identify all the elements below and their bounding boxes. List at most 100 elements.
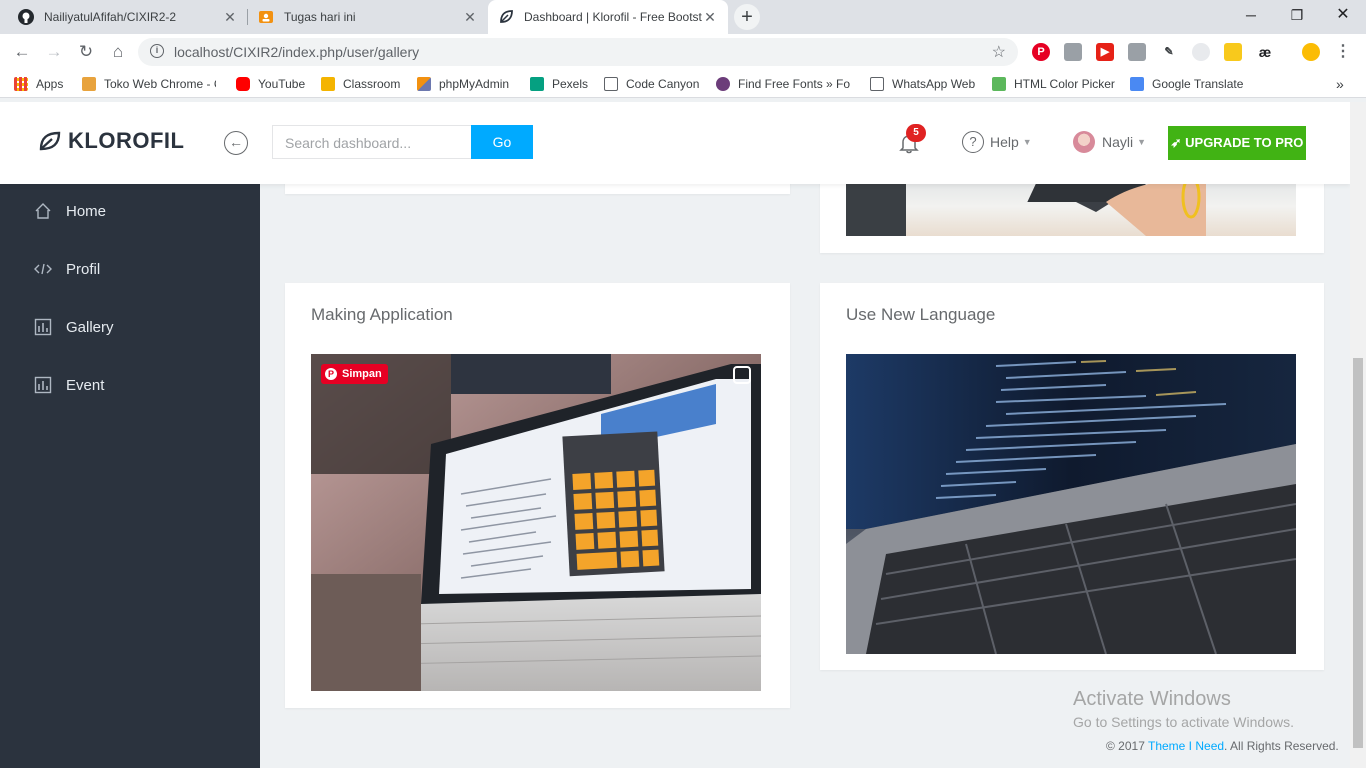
expand-icon[interactable] [733, 366, 751, 384]
bookmark-label: HTML Color Picker [1014, 77, 1115, 91]
bookmark-free-fonts[interactable]: Find Free Fonts » Fon [716, 76, 850, 92]
pin-label: Simpan [342, 368, 382, 380]
tab-title: Dashboard | Klorofil - Free Bootst [524, 10, 702, 24]
bookmark-star-icon[interactable]: ☆ [992, 42, 1006, 62]
menu-kebab-icon[interactable]: ⋮ [1334, 43, 1352, 61]
gallery-panel: Use New Language [820, 283, 1324, 670]
sidebar-item-gallery[interactable]: Gallery [34, 316, 114, 338]
top-navbar: KLOROFIL ← Search dashboard... Go 5 ? He… [0, 102, 1350, 184]
windows-activation-title: Activate Windows [1073, 688, 1231, 710]
upgrade-to-pro-button[interactable]: ➶ UPGRADE TO PRO [1168, 126, 1306, 160]
grey-extension-icon[interactable] [1192, 43, 1210, 61]
shield-extension-icon[interactable] [1064, 43, 1082, 61]
gallery-image[interactable]: P Simpan [311, 354, 761, 691]
browser-tabbar: NailiyatulAfifah/CIXIR2-2 ✕ Tugas hari i… [0, 0, 1366, 34]
bookmark-label: Find Free Fonts » Fon [738, 77, 850, 91]
info-icon[interactable]: i [150, 44, 164, 58]
bookmark-apps[interactable]: Apps [14, 76, 63, 92]
code-icon [34, 263, 52, 275]
pen-extension-icon[interactable]: ✎ [1160, 43, 1178, 61]
sidebar: Home Profil Gallery Event [0, 184, 260, 768]
chevron-down-icon: ▼ [1137, 137, 1147, 147]
search-input[interactable]: Search dashboard... [272, 125, 472, 159]
gallery-panel: Making Application P Simpan [285, 283, 790, 708]
panel-title: Use New Language [846, 305, 996, 324]
page-icon [604, 77, 618, 91]
bookmark-label: WhatsApp Web [892, 77, 976, 91]
more-bookmarks-chevron-icon[interactable]: » [1336, 76, 1344, 92]
search-go-button[interactable]: Go [471, 125, 533, 159]
home-browser-icon[interactable]: ⌂ [106, 40, 130, 64]
sidebar-toggle-arrow-icon[interactable]: ← [224, 131, 248, 155]
footer-copyright: © 2017 Theme I Need. All Rights Reserved… [1106, 739, 1339, 753]
bookmark-color-picker[interactable]: HTML Color Picker [992, 76, 1115, 92]
url-text: localhost/CIXIR2/index.php/user/gallery [174, 44, 420, 60]
logo-text: KLOROFIL [68, 128, 185, 153]
help-label: Help [990, 134, 1019, 150]
footer-link[interactable]: Theme I Need [1148, 739, 1224, 753]
pinterest-icon: P [325, 368, 337, 380]
scrollbar-thumb[interactable] [1353, 358, 1363, 748]
bookmark-toko-web[interactable]: Toko Web Chrome - C [82, 76, 216, 92]
chart-icon [34, 318, 52, 336]
bookmark-phpmyadmin[interactable]: phpMyAdmin [417, 76, 509, 92]
windows-activation-subtitle: Go to Settings to activate Windows. [1073, 714, 1294, 730]
leaf-icon [39, 131, 61, 151]
youtube-extension-icon[interactable]: ▶ [1096, 43, 1114, 61]
bookmark-classroom[interactable]: Classroom [321, 76, 400, 92]
browser-tab-classroom[interactable]: Tugas hari ini ✕ [248, 0, 488, 34]
forward-arrow-icon[interactable]: → [42, 40, 66, 64]
browser-tab-dashboard[interactable]: Dashboard | Klorofil - Free Bootst ✕ [488, 0, 728, 34]
bookmark-label: YouTube [258, 77, 306, 91]
minimize-icon[interactable]: ─ [1228, 0, 1274, 30]
github-icon [18, 9, 34, 25]
page-scrollbar[interactable] [1350, 102, 1366, 768]
chevron-down-icon: ▼ [1022, 137, 1032, 147]
profile-extension-icon[interactable] [1302, 43, 1320, 61]
bookmark-whatsapp[interactable]: WhatsApp Web [870, 76, 975, 92]
window-close-icon[interactable]: ✕ [1320, 0, 1366, 30]
classroom-icon [258, 9, 274, 25]
bookmark-label: Pexels [552, 77, 589, 91]
sidebar-item-event[interactable]: Event [34, 374, 104, 396]
classroom-icon [321, 77, 335, 91]
color-picker-icon [992, 77, 1006, 91]
bookmark-youtube[interactable]: YouTube [236, 76, 305, 92]
page-viewport: KLOROFIL ← Search dashboard... Go 5 ? He… [0, 102, 1350, 768]
bookmark-label: Classroom [343, 77, 401, 91]
sidebar-item-home[interactable]: Home [34, 200, 106, 222]
browser-tab-github[interactable]: NailiyatulAfifah/CIXIR2-2 ✕ [8, 0, 248, 34]
fonts-icon [716, 77, 730, 91]
sidebar-item-profil[interactable]: Profil [34, 258, 100, 280]
close-icon[interactable]: ✕ [222, 9, 238, 26]
user-name: Nayli [1102, 134, 1134, 150]
sidebar-item-label: Event [66, 376, 105, 394]
reload-icon[interactable]: ↻ [74, 40, 98, 64]
help-dropdown[interactable]: ? Help ▼ [962, 131, 1032, 153]
address-bar[interactable]: i localhost/CIXIR2/index.php/user/galler… [138, 38, 1018, 66]
close-icon[interactable]: ✕ [462, 9, 478, 26]
klorofil-icon [498, 9, 514, 25]
yellow-extension-icon[interactable] [1224, 43, 1242, 61]
ae-extension-icon[interactable]: æ [1256, 43, 1274, 61]
question-circle-icon: ? [962, 131, 984, 153]
bookmark-label: Code Canyon [626, 77, 700, 91]
pinterest-extension-icon[interactable]: P [1032, 43, 1050, 61]
bookmark-code-canyon[interactable]: Code Canyon [604, 76, 699, 92]
sidebar-item-label: Profil [66, 260, 101, 278]
brand-logo[interactable]: KLOROFIL [38, 128, 184, 154]
webstore-icon [82, 77, 96, 91]
upgrade-label: UPGRADE TO PRO [1185, 135, 1304, 150]
bookmarks-bar: Apps Toko Web Chrome - C YouTube Classro… [0, 70, 1366, 98]
back-arrow-icon[interactable]: ← [10, 40, 34, 64]
user-dropdown[interactable]: Nayli ▼ [1073, 131, 1146, 153]
pinterest-save-button[interactable]: P Simpan [321, 364, 388, 384]
bookmark-label: Google Translate [1152, 77, 1244, 91]
new-tab-button[interactable]: + [734, 4, 760, 30]
gallery-image[interactable] [846, 354, 1296, 654]
camera-extension-icon[interactable] [1128, 43, 1146, 61]
close-icon[interactable]: ✕ [702, 9, 718, 26]
bookmark-pexels[interactable]: Pexels [530, 76, 588, 92]
bookmark-translate[interactable]: Google Translate [1130, 76, 1243, 92]
restore-icon[interactable]: ❐ [1274, 0, 1320, 30]
